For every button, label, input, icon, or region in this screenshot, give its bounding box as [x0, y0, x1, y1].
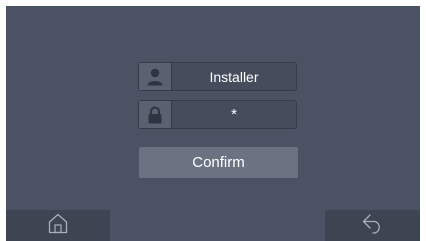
login-screen: Installer * Confirm	[6, 6, 420, 241]
password-field[interactable]: *	[138, 100, 297, 129]
user-icon	[139, 63, 172, 90]
username-field[interactable]: Installer	[138, 62, 297, 91]
home-button[interactable]	[6, 210, 110, 241]
back-arrow-icon	[361, 212, 385, 239]
confirm-button[interactable]: Confirm	[139, 147, 298, 178]
lock-icon	[139, 101, 172, 128]
username-value: Installer	[209, 68, 259, 85]
password-value: *	[231, 106, 237, 123]
back-button[interactable]	[325, 210, 420, 241]
home-icon	[47, 212, 69, 239]
